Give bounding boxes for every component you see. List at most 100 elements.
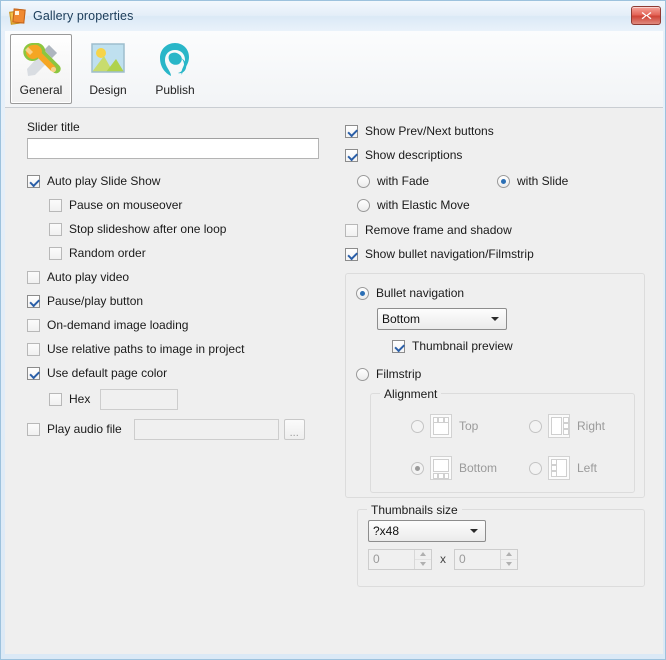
use-default-page-color-checkbox[interactable] — [27, 366, 40, 380]
use-default-page-color-label: Use default page color — [47, 366, 168, 380]
align-right-radio[interactable] — [529, 419, 542, 433]
thumbnail-height-stepper[interactable]: 0 — [454, 548, 518, 570]
stepper-down-icon — [506, 562, 512, 566]
align-left-radio[interactable] — [529, 461, 542, 475]
pause-on-mouseover-checkbox[interactable] — [49, 198, 62, 212]
gallery-icon — [9, 8, 26, 25]
left-options-column: Slider title Auto play Slide Show Pause … — [27, 120, 347, 440]
window-titlebar: Gallery properties — [1, 1, 665, 31]
checkbox-row-use-default-page-color[interactable]: Use default page color — [27, 362, 347, 384]
close-icon — [641, 12, 651, 20]
main-toolbar: General Design Publish — [5, 31, 663, 108]
checkbox-row-use-relative-paths[interactable]: Use relative paths to image in project — [27, 338, 347, 360]
bullet-position-select[interactable]: Bottom — [377, 308, 507, 330]
align-top-label: Top — [459, 419, 479, 433]
thumbnails-size-title: Thumbnails size — [367, 503, 462, 517]
checkbox-row-pause-play-button[interactable]: Pause/play button — [27, 290, 347, 312]
with-slide-radio[interactable] — [497, 174, 510, 188]
radio-row-bullet-navigation[interactable]: Bullet navigation — [356, 282, 634, 304]
stop-slideshow-after-one-loop-label: Stop slideshow after one loop — [69, 222, 227, 236]
play-audio-file-row[interactable]: Play audio file ... — [27, 418, 347, 440]
checkbox-row-auto-play-slide-show[interactable]: Auto play Slide Show — [27, 170, 347, 192]
checkbox-row-thumbnail-preview[interactable]: Thumbnail preview — [392, 335, 634, 357]
dialog-content: Slider title Auto play Slide Show Pause … — [5, 108, 663, 654]
filmstrip-label: Filmstrip — [376, 367, 422, 381]
radio-row-filmstrip[interactable]: Filmstrip — [356, 363, 634, 385]
remove-frame-label: Remove frame and shadow — [365, 223, 512, 237]
wrench-screwdriver-icon — [23, 43, 61, 76]
audio-file-path-input[interactable] — [133, 418, 279, 440]
with-elastic-move-label: with Elastic Move — [377, 198, 470, 212]
close-button[interactable] — [631, 6, 661, 25]
checkbox-row-show-bullet-navigation[interactable]: Show bullet navigation/Filmstrip — [345, 243, 657, 265]
auto-play-slide-show-checkbox[interactable] — [27, 174, 40, 188]
stop-slideshow-after-one-loop-checkbox[interactable] — [49, 222, 62, 236]
toolbar-tab-general[interactable]: General — [10, 34, 72, 104]
right-options-column: Show Prev/Next buttons Show descriptions… — [345, 120, 657, 587]
hex-row[interactable]: Hex — [49, 388, 347, 410]
navigation-groupbox: Bullet navigation Bottom Thumbnail previ… — [345, 273, 645, 498]
show-bullet-navigation-checkbox[interactable] — [345, 247, 358, 261]
show-prev-next-checkbox[interactable] — [345, 124, 358, 138]
random-order-checkbox[interactable] — [49, 246, 62, 260]
checkbox-row-stop-slideshow-after-one-loop[interactable]: Stop slideshow after one loop — [49, 218, 347, 240]
radio-row-align-bottom[interactable]: Bottom — [411, 456, 497, 480]
auto-play-video-checkbox[interactable] — [27, 270, 40, 284]
with-elastic-move-radio[interactable] — [357, 198, 370, 212]
pause-on-mouseover-label: Pause on mouseover — [69, 198, 183, 212]
size-separator: x — [440, 552, 446, 566]
radio-row-with-elastic-move[interactable]: with Elastic Move — [357, 194, 657, 216]
globe-icon — [160, 43, 189, 76]
thumbnails-size-preset-select[interactable]: ?x48 — [368, 520, 486, 542]
align-right-label: Right — [577, 419, 606, 433]
align-right-preview-icon — [548, 414, 570, 438]
radio-row-with-fade[interactable]: with Fade — [357, 170, 497, 192]
remove-frame-checkbox[interactable] — [345, 223, 358, 237]
thumbnail-width-value: 0 — [373, 551, 380, 566]
audio-browse-button[interactable]: ... — [283, 418, 305, 440]
random-order-label: Random order — [69, 246, 146, 260]
radio-row-align-left[interactable]: Left — [529, 456, 597, 480]
checkbox-row-remove-frame[interactable]: Remove frame and shadow — [345, 219, 657, 241]
bullet-navigation-radio[interactable] — [356, 286, 369, 300]
thumbnail-preview-checkbox[interactable] — [392, 339, 405, 353]
toolbar-tab-design-label: Design — [89, 83, 127, 97]
pause-play-button-label: Pause/play button — [47, 294, 144, 308]
toolbar-tab-design[interactable]: Design — [77, 34, 139, 104]
hex-input[interactable] — [100, 388, 179, 410]
checkbox-row-pause-on-mouseover[interactable]: Pause on mouseover — [49, 194, 347, 216]
checkbox-row-on-demand-image-loading[interactable]: On-demand image loading — [27, 314, 347, 336]
use-relative-paths-checkbox[interactable] — [27, 342, 40, 356]
checkbox-row-random-order[interactable]: Random order — [49, 242, 347, 264]
toolbar-tab-general-label: General — [19, 83, 63, 97]
on-demand-image-loading-checkbox[interactable] — [27, 318, 40, 332]
with-fade-radio[interactable] — [357, 174, 370, 188]
filmstrip-radio[interactable] — [356, 367, 369, 381]
use-relative-paths-label: Use relative paths to image in project — [47, 342, 245, 356]
slider-title-input[interactable] — [27, 138, 319, 159]
radio-row-align-top[interactable]: Top — [411, 414, 478, 438]
align-top-radio[interactable] — [411, 419, 424, 433]
on-demand-image-loading-label: On-demand image loading — [47, 318, 189, 332]
align-left-label: Left — [577, 461, 598, 475]
checkbox-row-show-prev-next[interactable]: Show Prev/Next buttons — [345, 120, 657, 142]
align-bottom-radio[interactable] — [411, 461, 424, 475]
checkbox-row-show-descriptions[interactable]: Show descriptions — [345, 144, 657, 166]
play-audio-file-label: Play audio file — [47, 422, 122, 436]
thumbnail-width-stepper[interactable]: 0 — [368, 548, 432, 570]
landscape-image-icon — [91, 43, 125, 73]
checkbox-row-auto-play-video[interactable]: Auto play video — [27, 266, 347, 288]
stepper-up-icon — [506, 552, 512, 556]
hex-checkbox[interactable] — [49, 392, 62, 406]
pause-play-button-checkbox[interactable] — [27, 294, 40, 308]
transition-radio-group: with Fade with Slide — [357, 170, 657, 192]
radio-row-align-right[interactable]: Right — [529, 414, 605, 438]
show-descriptions-checkbox[interactable] — [345, 148, 358, 162]
play-audio-file-checkbox[interactable] — [27, 422, 40, 436]
toolbar-tab-publish[interactable]: Publish — [144, 34, 206, 104]
radio-row-with-slide[interactable]: with Slide — [497, 170, 568, 192]
stepper-up-icon — [420, 552, 426, 556]
alignment-title: Alignment — [380, 387, 442, 401]
stepper-down-icon — [420, 562, 426, 566]
show-descriptions-label: Show descriptions — [365, 148, 463, 162]
